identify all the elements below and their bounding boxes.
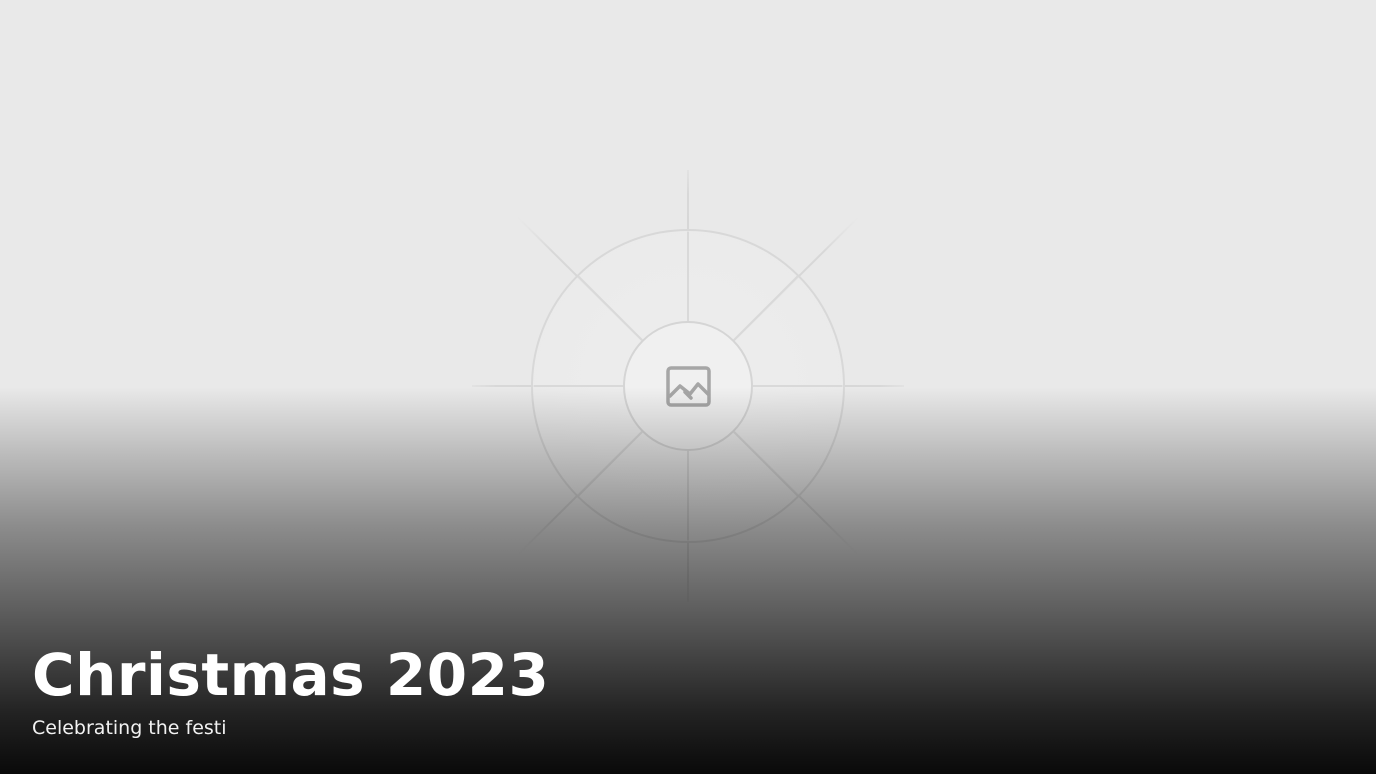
hero-subtitle: Celebrating the festi	[32, 717, 227, 739]
hero-title: Christmas 2023	[32, 641, 550, 709]
hero-caption: Christmas 2023 Celebrating the festi	[32, 644, 1344, 740]
hero-card[interactable]: Christmas 2023 Celebrating the festi	[0, 0, 1376, 774]
placeholder-inner-circle	[623, 321, 753, 451]
